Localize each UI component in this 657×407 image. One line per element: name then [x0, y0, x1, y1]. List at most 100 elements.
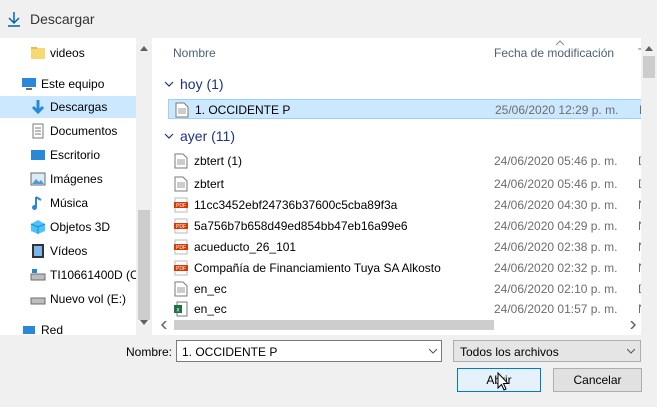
scroll-up-icon[interactable] — [140, 46, 148, 51]
file-date: 24/06/2020 02:10 p. m. — [494, 282, 618, 296]
column-header-date[interactable]: Fecha de modificación — [494, 46, 614, 60]
desktop-icon — [31, 150, 45, 160]
file-name: 11cc3452ebf24736b37600c5cba89f3a — [194, 198, 398, 212]
sidebar-item-documentos[interactable]: Documentos — [0, 120, 136, 142]
download-icon — [8, 12, 20, 27]
svg-text:PDF: PDF — [176, 245, 186, 251]
file-list: Nombre Fecha de modificación T hoy (1) a… — [158, 38, 657, 335]
sidebar-item-label: Escritorio — [50, 148, 101, 162]
scrollbar-thumb[interactable] — [138, 210, 150, 320]
sidebar-item-label: videos — [50, 46, 85, 60]
file-name-label: Nombre: — [126, 345, 173, 359]
sidebar-item-videos-folder[interactable]: videos — [0, 42, 136, 64]
file-row[interactable]: PDF Compañía de Financiamiento Tuya SA A… — [168, 258, 647, 278]
column-header-name[interactable]: Nombre — [173, 46, 216, 60]
video-icon — [32, 244, 44, 258]
cancel-button[interactable]: Cancelar — [553, 368, 642, 392]
sidebar-item-objetos-3d[interactable]: Objetos 3D — [0, 216, 136, 238]
file-name: en_ec — [194, 302, 227, 316]
file-row[interactable]: en_ec 24/06/2020 02:10 p. m. D — [168, 279, 647, 299]
group-header-hoy[interactable]: hoy (1) — [164, 76, 224, 92]
sidebar-item-label: Red — [41, 323, 64, 335]
sidebar-item-escritorio[interactable]: Escritorio — [0, 144, 136, 166]
scroll-up-icon[interactable] — [645, 46, 653, 51]
sidebar-item-label: Imágenes — [50, 172, 103, 186]
folder-icon — [31, 47, 45, 59]
scroll-left-icon[interactable] — [161, 321, 167, 329]
scroll-right-icon[interactable] — [630, 321, 636, 329]
file-row[interactable]: zbtert (1) 24/06/2020 05:46 p. m. D — [168, 151, 647, 171]
file-date: 24/06/2020 04:30 p. m. — [494, 198, 618, 212]
drive-icon — [30, 297, 46, 305]
text-file-icon — [175, 102, 189, 118]
file-name-input[interactable]: 1. OCCIDENTE P — [176, 340, 442, 362]
pdf-icon: PDF — [174, 197, 188, 213]
sidebar-scrollbar[interactable] — [136, 38, 152, 335]
sidebar-item-drive-c[interactable]: TI10661400D (C:) — [0, 264, 146, 286]
download-arrow-icon — [31, 100, 45, 115]
file-date: 24/06/2020 05:46 p. m. — [494, 154, 618, 168]
sidebar-item-este-equipo[interactable]: Este equipo — [0, 73, 136, 95]
file-name-value: 1. OCCIDENTE P — [182, 345, 278, 359]
file-date: 24/06/2020 01:57 p. m. — [494, 302, 618, 316]
pdf-icon: PDF — [174, 260, 188, 276]
scroll-down-icon[interactable] — [140, 320, 148, 325]
file-date: 25/06/2020 12:29 p. m. — [495, 103, 619, 117]
sidebar-item-red[interactable]: Red — [0, 319, 136, 335]
file-name: Compañía de Financiamiento Tuya SA Alkos… — [194, 261, 441, 275]
file-name: zbtert (1) — [194, 154, 243, 168]
file-row[interactable]: zbtert 24/06/2020 05:46 p. m. D — [168, 174, 647, 194]
file-row[interactable]: 1. OCCIDENTE P 25/06/2020 12:29 p. m. D — [168, 99, 648, 119]
sidebar-item-drive-e[interactable]: Nuevo vol (E:) — [0, 288, 136, 310]
sidebar-item-label: TI10661400D (C:) — [50, 268, 147, 282]
file-row[interactable]: PDF 5a756b7b658d49ed854bb47eb16a99e6 24/… — [168, 216, 647, 236]
file-name: en_ec — [194, 282, 227, 296]
sidebar-item-label: Vídeos — [50, 244, 88, 258]
sidebar-item-label: Música — [50, 196, 89, 210]
mouse-cursor-icon — [497, 372, 509, 391]
chevron-down-icon — [627, 348, 635, 354]
svg-text:PDF: PDF — [176, 266, 186, 272]
group-label: ayer (11) — [180, 128, 235, 144]
sidebar-item-descargas[interactable]: Descargas — [0, 96, 136, 118]
file-list-scrollbar[interactable] — [641, 38, 657, 335]
pictures-icon — [30, 172, 46, 186]
svg-text:PDF: PDF — [176, 224, 186, 230]
file-type-filter[interactable]: Todos los archivos — [453, 340, 641, 362]
file-name: acueducto_26_101 — [194, 240, 297, 254]
file-name: 5a756b7b658d49ed854bb47eb16a99e6 — [194, 219, 408, 233]
file-row[interactable]: x en_ec 24/06/2020 01:57 p. m. N — [168, 299, 647, 319]
3d-objects-icon — [30, 220, 46, 234]
drive-icon — [30, 269, 46, 281]
file-name: zbtert — [194, 177, 225, 191]
chevron-down-icon[interactable] — [429, 348, 437, 354]
file-row[interactable]: PDF acueducto_26_101 24/06/2020 02:38 p.… — [168, 237, 647, 257]
sidebar-item-label: Documentos — [50, 124, 118, 138]
excel-icon: x — [174, 301, 188, 317]
group-label: hoy (1) — [180, 76, 224, 92]
scrollbar-thumb[interactable] — [174, 320, 494, 330]
file-date: 24/06/2020 02:32 p. m. — [494, 261, 618, 275]
horizontal-scrollbar[interactable] — [158, 317, 640, 333]
scrollbar-thumb[interactable] — [643, 56, 655, 78]
file-type-filter-value: Todos los archivos — [460, 345, 559, 359]
sidebar-item-label: Nuevo vol (E:) — [50, 292, 127, 306]
file-date: 24/06/2020 02:38 p. m. — [494, 240, 618, 254]
computer-icon — [22, 78, 36, 90]
chevron-down-icon — [164, 133, 174, 139]
sidebar-item-label: Objetos 3D — [50, 220, 111, 234]
sidebar-item-imagenes[interactable]: Imágenes — [0, 168, 136, 190]
dialog-footer: Nombre: 1. OCCIDENTE P Todos los archivo… — [0, 335, 657, 407]
sort-chevron-icon — [556, 40, 564, 45]
file-date: 24/06/2020 04:29 p. m. — [494, 219, 618, 233]
group-header-ayer[interactable]: ayer (11) — [164, 128, 235, 144]
document-icon — [32, 123, 44, 139]
pdf-icon: PDF — [174, 218, 188, 234]
text-file-icon — [174, 281, 188, 297]
text-file-icon — [174, 176, 188, 192]
file-date: 24/06/2020 05:46 p. m. — [494, 177, 618, 191]
file-row[interactable]: PDF 11cc3452ebf24736b37600c5cba89f3a 24/… — [168, 195, 647, 215]
sidebar-item-musica[interactable]: Música — [0, 192, 136, 214]
music-icon — [32, 196, 42, 210]
sidebar-item-videos[interactable]: Vídeos — [0, 240, 136, 262]
